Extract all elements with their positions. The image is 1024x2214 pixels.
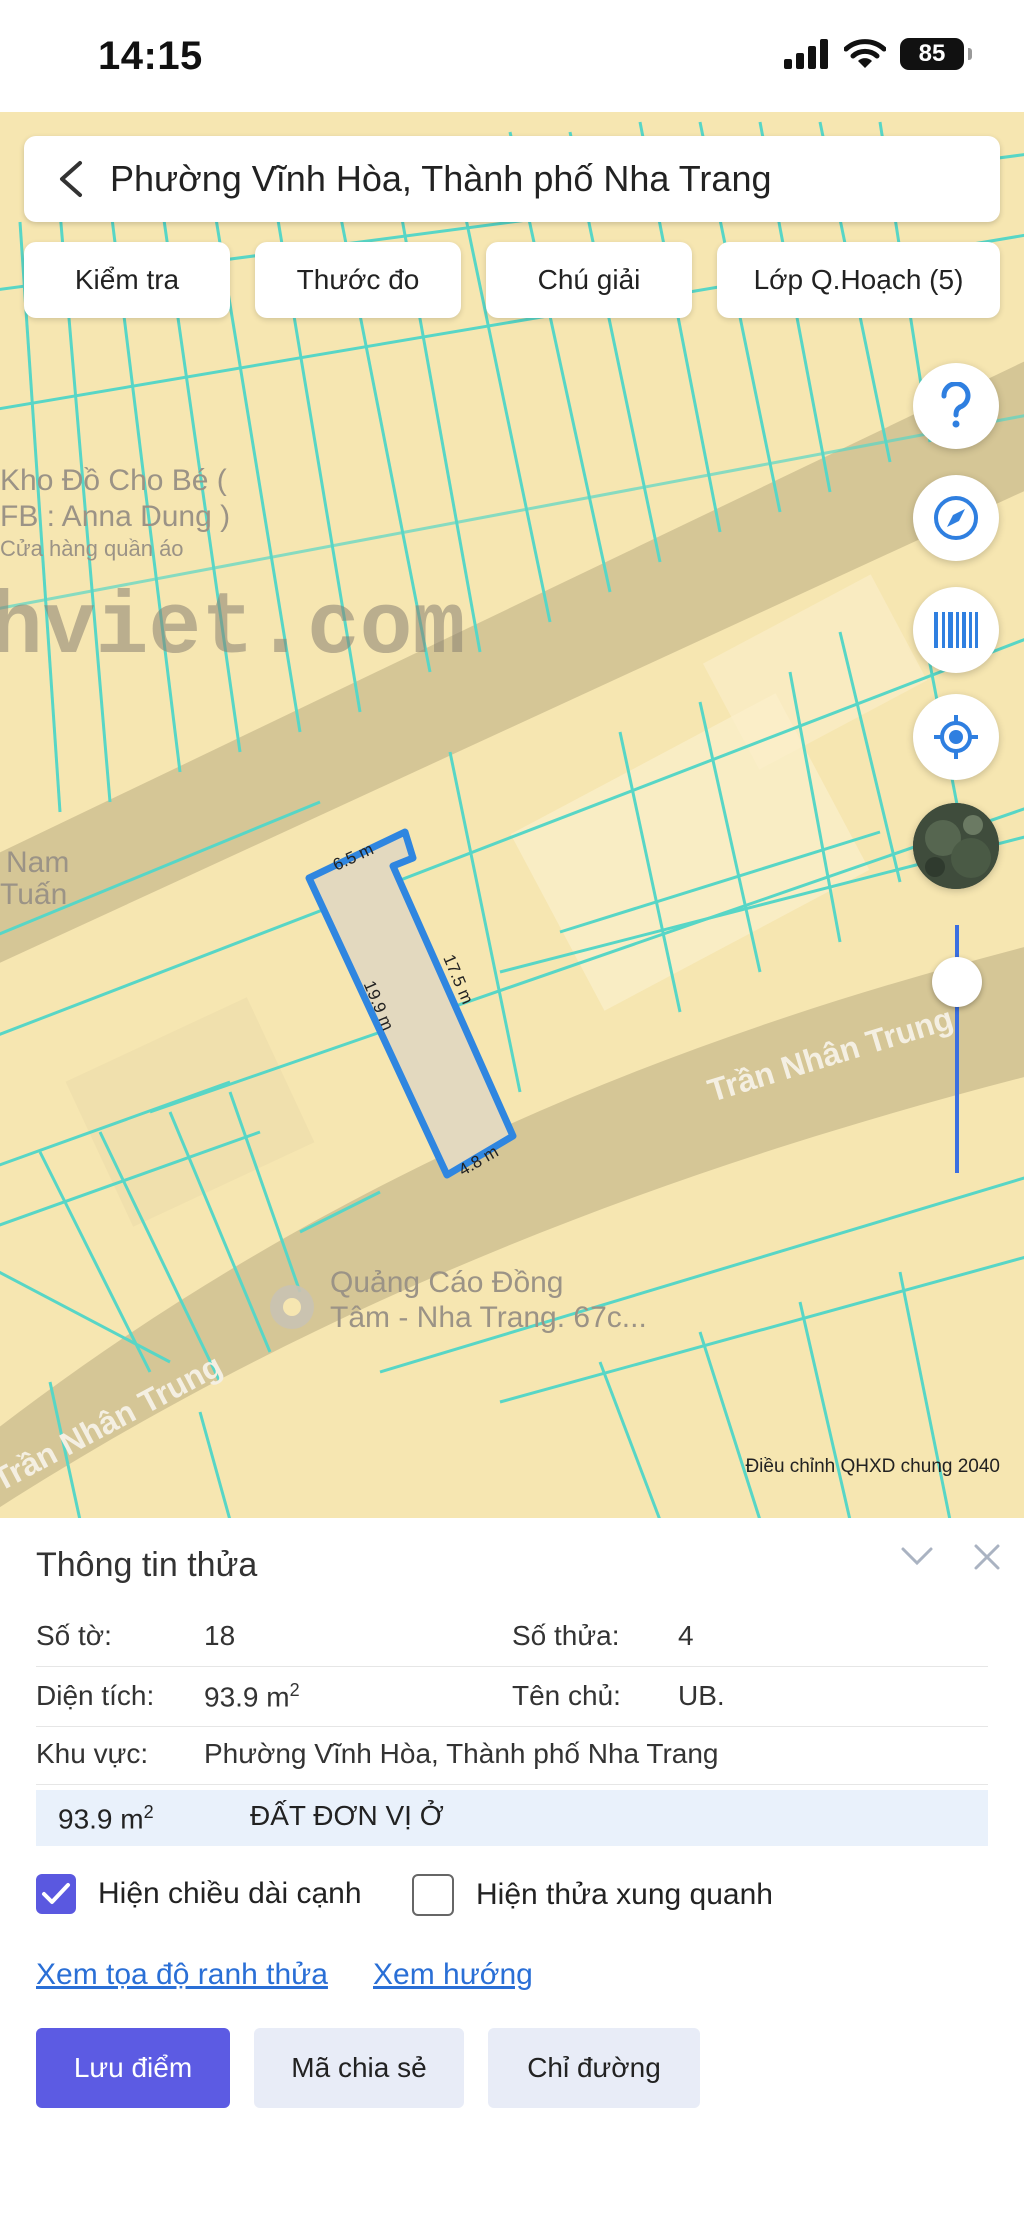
selected-parcel[interactable] [305,828,517,1179]
show-edge-lengths-toggle[interactable]: Hiện chiều dài cạnh [36,1874,362,1914]
my-location-button[interactable] [913,694,999,780]
barcode-icon [934,612,978,648]
show-neighbors-toggle[interactable]: Hiện thửa xung quanh [412,1874,773,1916]
place-label-tuan: Tuấn [0,878,67,911]
info-row-region: Khu vực: Phường Vĩnh Hòa, Thành phố Nha … [36,1726,988,1785]
shop-label-1: Kho Đồ Cho Bé ( [0,464,227,497]
place-label-nam: Nam [6,846,69,879]
show-edge-lengths-label: Hiện chiều dài cạnh [98,1877,362,1910]
checkbox-unchecked-icon[interactable] [412,1874,454,1916]
poi-label-2: Tâm - Nha Trang. 67c... [330,1301,647,1334]
land-use-area: 93.9 m2 [58,1802,154,1835]
share-code-button[interactable]: Mã chia sẻ [254,2028,464,2108]
shop-label-3: Cửa hàng quần áo [0,536,184,561]
wifi-icon [844,39,886,68]
owner-value: UB. [678,1680,725,1711]
compass-button[interactable] [913,475,999,561]
barcode-button[interactable] [913,587,999,673]
check-button[interactable]: Kiểm tra [24,242,230,318]
back-arrow-icon[interactable] [52,159,92,199]
help-button[interactable] [913,363,999,449]
question-icon [941,382,971,428]
parcel-info-panel: Thông tin thửa Số tờ: 18 Số thửa: 4 Diện… [0,1518,1024,2214]
status-time: 14:15 [98,34,203,78]
show-neighbors-label: Hiện thửa xung quanh [476,1878,773,1911]
panel-title: Thông tin thửa [36,1546,258,1584]
poi-label-1: Quảng Cáo Đồng [330,1266,564,1299]
info-row-area-owner: Diện tích: 93.9 m2 Tên chủ: UB. [36,1668,988,1727]
checkbox-checked-icon[interactable] [36,1874,76,1914]
crosshair-icon [934,715,978,759]
map-canvas[interactable]: 6.5 m 19.9 m 17.5 m 4.8 m Kho Đồ Cho Bé … [0,112,1024,1520]
ruler-button[interactable]: Thước đo [255,242,461,318]
satellite-view-button[interactable] [913,803,999,889]
owner-label: Tên chủ: [512,1680,621,1711]
close-icon[interactable] [972,1542,1002,1572]
status-bar: 14:15 85 [0,0,1024,112]
map-svg[interactable]: 6.5 m 19.9 m 17.5 m 4.8 m Kho Đồ Cho Bé … [0,112,1024,1520]
planning-note: Điều chỉnh QHXD chung 2040 [745,1456,1000,1477]
area-value: 93.9 m2 [204,1680,300,1713]
sheet-label: Số tờ: [36,1620,112,1651]
save-point-button[interactable]: Lưu điểm [36,2028,230,2108]
region-label: Khu vực: [36,1738,149,1769]
location-bar[interactable]: Phường Vĩnh Hòa, Thành phố Nha Trang [24,136,1000,222]
map-toolbar: Kiểm tra Thước đo Chú giải Lớp Q.Hoạch (… [24,242,1000,318]
shop-label-2: FB : Anna Dung ) [0,500,230,533]
info-row-sheet-parcel: Số tờ: 18 Số thửa: 4 [36,1608,988,1667]
region-value: Phường Vĩnh Hòa, Thành phố Nha Trang [204,1738,719,1769]
parcel-number-value: 4 [678,1620,694,1651]
satellite-thumbnail-icon [913,803,999,889]
chevron-down-icon[interactable] [900,1544,934,1568]
planning-layers-button[interactable]: Lớp Q.Hoạch (5) [717,242,1000,318]
sheet-value: 18 [204,1620,236,1651]
legend-button[interactable]: Chú giải [486,242,692,318]
directions-button[interactable]: Chỉ đường [488,2028,700,2108]
view-boundary-coords-link[interactable]: Xem tọa độ ranh thửa [36,1958,328,1992]
land-use-type: ĐẤT ĐƠN VỊ Ở [250,1800,444,1831]
watermark-text: hviet.com [0,580,465,679]
poi-pin-icon[interactable] [270,1285,314,1329]
status-icons: 85 [784,38,972,70]
signal-icon [784,39,828,69]
view-direction-link[interactable]: Xem hướng [373,1958,533,1992]
zoom-slider-thumb[interactable] [932,957,982,1007]
land-use-row: 93.9 m2 ĐẤT ĐƠN VỊ Ở [36,1790,988,1846]
location-title: Phường Vĩnh Hòa, Thành phố Nha Trang [110,158,772,199]
parcel-number-label: Số thửa: [512,1620,620,1651]
battery-icon: 85 [900,38,972,70]
area-label: Diện tích: [36,1680,155,1711]
compass-icon [934,496,978,540]
